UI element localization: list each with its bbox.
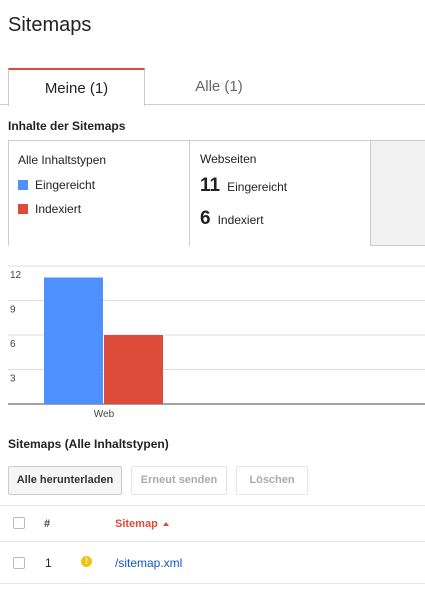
content-types-panel[interactable]: Alle Inhaltstypen Eingereicht Indexiert xyxy=(9,141,190,246)
bar-indexiert xyxy=(104,335,163,404)
delete-button[interactable]: Löschen xyxy=(236,466,308,495)
sitemap-link[interactable]: /sitemap.xml xyxy=(115,556,182,570)
webpages-header: Webseiten xyxy=(200,152,257,166)
resubmit-button[interactable]: Erneut senden xyxy=(131,466,227,495)
content-types-header: Alle Inhaltstypen xyxy=(18,153,107,167)
select-all-checkbox[interactable] xyxy=(13,517,25,529)
table-header: # Sitemap xyxy=(0,505,425,542)
contents-section-title: Inhalte der Sitemaps xyxy=(8,119,126,133)
row-number: 1 xyxy=(45,556,52,570)
tab-all[interactable]: Alle (1) xyxy=(150,68,288,105)
legend-label-submitted: Eingereicht xyxy=(35,178,96,192)
webpages-panel[interactable]: Webseiten 11 Eingereicht 6 Indexiert xyxy=(190,141,371,246)
stat-submitted: 11 Eingereicht xyxy=(200,175,287,197)
y-tick-label: 3 xyxy=(10,374,16,385)
legend-item-submitted: Eingereicht xyxy=(18,178,95,192)
stat-submitted-value: 11 xyxy=(200,175,221,196)
stat-indexed-label: Indexiert xyxy=(217,213,264,227)
legend-swatch-indexed xyxy=(18,204,28,214)
sitemap-chart: 3 6 9 12 Web xyxy=(0,262,425,424)
sitemaps-table: # Sitemap 1 ! /sitemap.xml xyxy=(0,505,425,584)
stat-indexed-value: 6 xyxy=(200,208,211,229)
column-header-sitemap[interactable]: Sitemap xyxy=(115,518,169,530)
bar-eingereicht xyxy=(44,277,103,404)
y-tick-label: 9 xyxy=(10,305,16,316)
tab-mine[interactable]: Meine (1) xyxy=(8,68,145,106)
stat-indexed: 6 Indexiert xyxy=(200,208,264,230)
legend-label-indexed: Indexiert xyxy=(35,202,82,216)
warning-icon[interactable]: ! xyxy=(81,556,92,567)
column-header-sitemap-label: Sitemap xyxy=(115,518,158,530)
y-tick-label: 12 xyxy=(10,270,22,281)
download-all-button[interactable]: Alle herunterladen xyxy=(8,466,122,495)
chart-svg: 3 6 9 12 Web xyxy=(8,265,425,420)
sitemaps-toolbar: Alle herunterladen Erneut senden Löschen xyxy=(0,466,425,495)
sort-ascending-icon xyxy=(162,522,169,526)
column-header-number[interactable]: # xyxy=(44,518,50,530)
legend-item-indexed: Indexiert xyxy=(18,202,81,216)
y-tick-label: 6 xyxy=(10,339,16,350)
row-checkbox[interactable] xyxy=(13,557,25,569)
x-category-label: Web xyxy=(94,409,115,420)
contents-box: Alle Inhaltstypen Eingereicht Indexiert … xyxy=(8,140,425,246)
page-title: Sitemaps xyxy=(8,14,92,36)
sitemaps-section-title: Sitemaps (Alle Inhaltstypen) xyxy=(8,437,169,451)
legend-swatch-submitted xyxy=(18,180,28,190)
stat-submitted-label: Eingereicht xyxy=(227,180,288,194)
table-row: 1 ! /sitemap.xml xyxy=(0,542,425,584)
tab-bar: Meine (1) Alle (1) xyxy=(0,68,425,106)
